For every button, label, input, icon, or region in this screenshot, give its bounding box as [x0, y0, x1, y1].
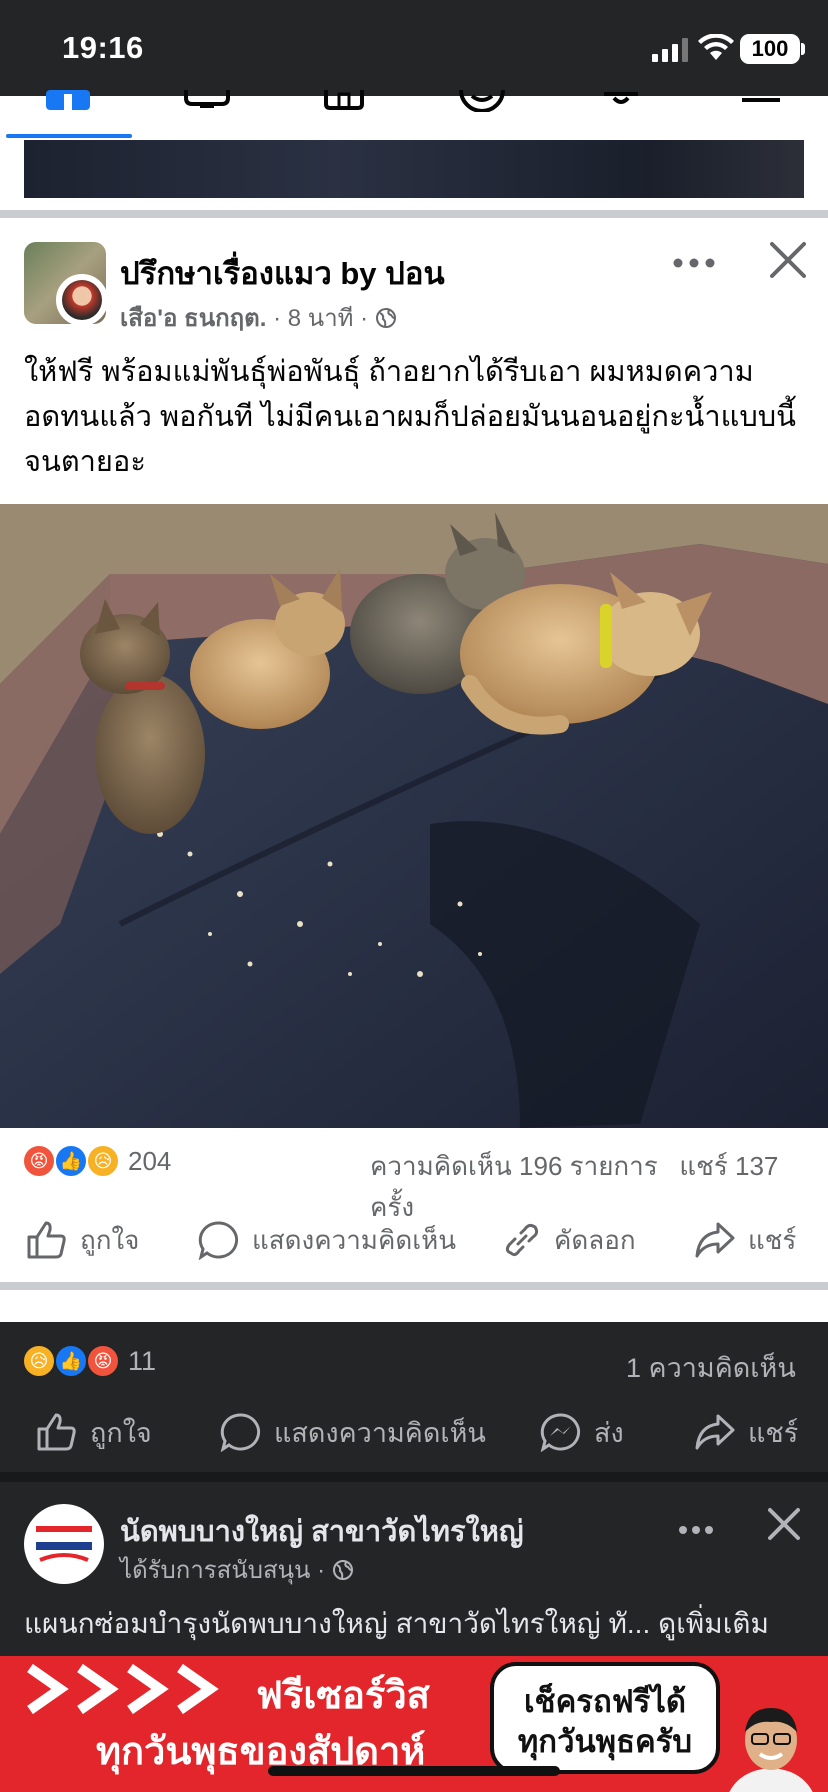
post-divider [0, 210, 828, 218]
post-meta: เสือ'อ ธนกฤต. · 8 นาที · [120, 298, 397, 337]
next-post-peek [0, 1290, 828, 1322]
globe-icon [375, 308, 396, 328]
group-name[interactable]: ปรึกษาเรื่องแมว by ปอน [120, 248, 445, 298]
sponsored-label: ได้รับการสนับสนุน · [120, 1550, 354, 1589]
close-icon[interactable] [766, 238, 810, 282]
like-label: ถูกใจ [80, 1224, 140, 1255]
engagement-stats: ความคิดเห็น 196 รายการ แชร์ 137 ครั้ง [370, 1146, 828, 1228]
home-indicator [268, 1766, 560, 1776]
dark-divider [0, 1472, 828, 1482]
mechanic-photo [729, 1708, 813, 1792]
close-icon[interactable] [764, 1504, 804, 1544]
comment-button[interactable]: แสดงความคิดเห็น [198, 1218, 456, 1262]
like-reaction-icon: 👍 [54, 1144, 88, 1178]
author-avatar[interactable] [62, 280, 102, 320]
battery-tip [801, 43, 805, 55]
copy-link-button[interactable]: คัดลอก [502, 1218, 636, 1262]
ad-more-options-button[interactable] [678, 1506, 714, 1543]
post-photo[interactable] [0, 504, 828, 1128]
next-comment-count[interactable]: 1 ความคิดเห็น [626, 1346, 796, 1389]
ad-text: แผนกซ่อมบำรุงนัดพบบางใหญ่ สาขาวัดไทรใหญ่… [24, 1602, 769, 1646]
bubble-line-2: ทุกวันพุธครับ [517, 1724, 693, 1759]
messenger-icon [540, 1413, 581, 1452]
see-more-link[interactable]: ดูเพิ่มเติม [658, 1608, 769, 1639]
post-time[interactable]: 8 นาที [288, 305, 354, 332]
next-send-label: ส่ง [594, 1417, 624, 1448]
sad-reaction-icon: 😥 [86, 1144, 120, 1178]
meta-separator: · [273, 305, 282, 332]
post-body-text: ให้ฟรี พร้อมแม่พันธุ์พ่อพันธุ์ ถ้าอยากได… [24, 356, 796, 478]
previous-post-image[interactable] [24, 140, 804, 198]
link-icon [505, 1223, 539, 1257]
sponsored-text: ได้รับการสนับสนุน · [120, 1557, 326, 1584]
like-icon [27, 1221, 66, 1259]
ad-body: แผนกซ่อมบำรุงนัดพบบางใหญ่ สาขาวัดไทรใหญ่… [24, 1608, 651, 1639]
top-nav-bar [0, 90, 828, 138]
comment-icon [220, 1413, 261, 1452]
copy-label: คัดลอก [554, 1224, 636, 1255]
post-divider-2 [0, 1282, 828, 1290]
like-button[interactable]: ถูกใจ [26, 1218, 139, 1262]
comment-icon [198, 1221, 239, 1260]
home-icon[interactable] [46, 90, 90, 110]
next-share-button[interactable]: แชร์ [694, 1410, 798, 1454]
author-name[interactable]: เสือ'อ ธนกฤต. [120, 305, 266, 332]
advertiser-name[interactable]: นัดพบบางใหญ่ สาขาวัดไทรใหญ่ [120, 1508, 524, 1554]
share-icon [695, 1414, 735, 1450]
comment-count[interactable]: ความคิดเห็น 196 รายการ [370, 1151, 658, 1181]
status-time: 19:16 [62, 30, 144, 65]
reaction-count[interactable]: 204 [128, 1146, 171, 1177]
next-like-label: ถูกใจ [90, 1417, 152, 1448]
like-icon [37, 1413, 76, 1451]
wifi-icon [698, 34, 734, 60]
battery-indicator: 100 [740, 34, 800, 64]
notifications-icon[interactable] [600, 90, 642, 108]
like-reaction-icon-2: 👍 [54, 1344, 88, 1378]
comment-label: แสดงความคิดเห็น [252, 1224, 457, 1255]
next-like-button[interactable]: ถูกใจ [36, 1410, 152, 1454]
advertiser-logo-mark [36, 1526, 92, 1562]
next-comment-button[interactable]: แสดงความคิดเห็น [220, 1410, 486, 1454]
next-send-button[interactable]: ส่ง [540, 1410, 624, 1454]
more-dots-icon [679, 1526, 713, 1534]
next-reaction-count[interactable]: 11 [128, 1346, 156, 1377]
video-icon[interactable] [184, 90, 230, 110]
marketplace-icon[interactable] [324, 90, 364, 110]
globe-icon [332, 1560, 353, 1580]
angry-reaction-icon: 😡 [22, 1144, 56, 1178]
groups-icon[interactable] [458, 90, 506, 112]
share-label: แชร์ [748, 1224, 797, 1255]
more-options-button[interactable] [672, 240, 720, 276]
chevron-arrows-icon [27, 1664, 219, 1714]
active-tab-indicator [6, 134, 132, 138]
menu-icon[interactable] [740, 90, 782, 106]
signal-icon [652, 38, 688, 62]
share-icon [695, 1222, 735, 1258]
next-comment-label: แสดงความคิดเห็น [274, 1417, 486, 1448]
sad-reaction-icon-2: 😥 [22, 1344, 56, 1378]
share-button[interactable]: แชร์ [694, 1218, 796, 1262]
next-share-label: แชร์ [748, 1417, 799, 1448]
banner-headline: ฟรีเซอร์วิส [256, 1675, 430, 1717]
angry-reaction-icon-2: 😡 [86, 1344, 120, 1378]
more-dots-icon [673, 258, 715, 268]
meta-separator-2: · [360, 305, 369, 332]
